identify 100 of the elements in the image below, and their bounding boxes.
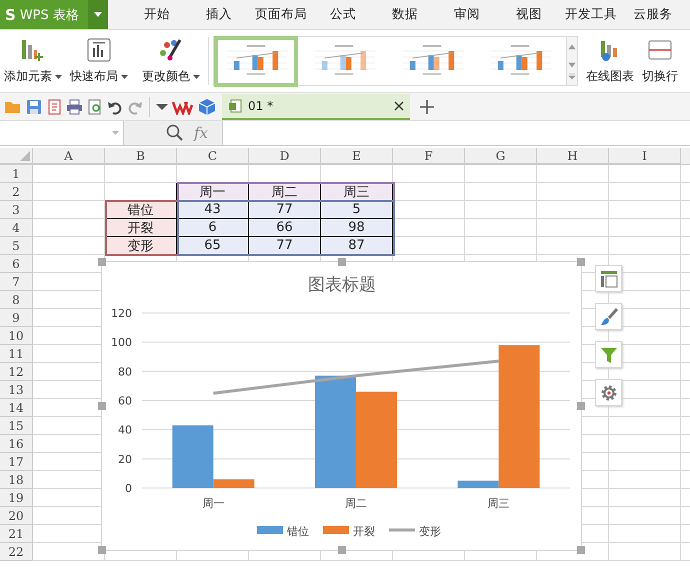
row-header[interactable]: 3 — [0, 201, 33, 219]
menu-tab[interactable]: 开发工具 — [560, 0, 622, 29]
resize-handle[interactable] — [577, 546, 585, 554]
row-header[interactable]: 1 — [0, 165, 33, 183]
wps-logo-icon[interactable] — [172, 98, 194, 114]
print-icon[interactable] — [66, 98, 83, 114]
row-header[interactable]: 14 — [0, 399, 33, 417]
new-tab-icon[interactable] — [420, 100, 434, 114]
chart-settings-button[interactable] — [595, 379, 622, 406]
legend-label: 开裂 — [353, 525, 375, 538]
color-icon — [158, 37, 184, 63]
caret-icon — [94, 12, 102, 17]
row-header[interactable]: 18 — [0, 471, 33, 489]
column-header[interactable]: I — [609, 148, 681, 164]
menu-tab[interactable]: 云服务 — [622, 0, 684, 29]
table-cell: 77 — [249, 201, 321, 219]
category-label: 周一 — [202, 497, 224, 510]
ribbon-button[interactable]: 在线图表 — [582, 35, 638, 87]
row-header[interactable]: 11 — [0, 345, 33, 363]
menu-tab[interactable]: 数据 — [374, 0, 436, 29]
print-preview-icon[interactable] — [87, 98, 103, 114]
menu-tab[interactable]: 页面布局 — [250, 0, 312, 29]
row-header[interactable]: 10 — [0, 327, 33, 345]
spreadsheet-icon — [228, 98, 242, 112]
column-header[interactable]: D — [249, 148, 321, 164]
axis-tick-label: 0 — [125, 482, 132, 495]
resize-handle[interactable] — [98, 402, 106, 410]
table-cell: 66 — [249, 219, 321, 237]
ribbon-button[interactable]: 切换行 — [638, 35, 682, 87]
row-header[interactable]: 6 — [0, 255, 33, 273]
row-header[interactable]: 22 — [0, 543, 33, 561]
resize-handle[interactable] — [98, 546, 106, 554]
menu-tab[interactable]: 公式 — [312, 0, 374, 29]
chart-style-thumbnail[interactable] — [214, 36, 298, 86]
select-all-icon[interactable] — [20, 151, 30, 161]
chart-style-button[interactable] — [595, 303, 622, 330]
ribbon-button[interactable]: 快速布局 — [66, 35, 132, 87]
column-header[interactable]: G — [465, 148, 537, 164]
legend-swatch — [323, 526, 349, 534]
row-header[interactable]: 17 — [0, 453, 33, 471]
app-menu-dropdown[interactable] — [88, 0, 108, 29]
row-header[interactable]: 20 — [0, 507, 33, 525]
menu-tab[interactable]: 插入 — [188, 0, 250, 29]
row-header[interactable]: 8 — [0, 291, 33, 309]
row-header[interactable]: 21 — [0, 525, 33, 543]
menu-tab[interactable]: 视图 — [498, 0, 560, 29]
caret-icon — [112, 131, 119, 135]
table-cell: 开裂 — [105, 219, 177, 237]
resize-handle[interactable] — [577, 258, 585, 266]
close-icon[interactable] — [394, 100, 404, 110]
axis-tick-label: 40 — [118, 424, 132, 437]
menu-tab[interactable]: 审阅 — [436, 0, 498, 29]
axis-tick-label: 120 — [111, 307, 132, 320]
caret-icon — [121, 74, 128, 78]
chart-title: 图表标题 — [308, 275, 376, 295]
row-header[interactable]: 4 — [0, 219, 33, 237]
export-pdf-icon[interactable] — [46, 98, 62, 114]
table-cell: 变形 — [105, 237, 177, 255]
table-cell: 77 — [249, 237, 321, 255]
row-header[interactable]: 2 — [0, 183, 33, 201]
brush-icon — [600, 308, 618, 326]
axis-tick-label: 60 — [118, 394, 132, 408]
row-header[interactable]: 5 — [0, 237, 33, 255]
column-header[interactable]: F — [393, 148, 465, 164]
table-cell: 错位 — [105, 201, 177, 219]
cube-icon[interactable] — [198, 98, 216, 116]
funnel-icon — [600, 346, 618, 364]
row-header[interactable]: 19 — [0, 489, 33, 507]
ribbon-button[interactable]: 更改颜色 — [138, 35, 204, 87]
axis-tick-label: 80 — [118, 365, 132, 378]
column-header[interactable]: E — [321, 148, 393, 164]
row-header[interactable]: 9 — [0, 309, 33, 327]
row-header[interactable]: 7 — [0, 273, 33, 291]
row-header[interactable]: 12 — [0, 363, 33, 381]
resize-handle[interactable] — [338, 546, 346, 554]
resize-handle[interactable] — [577, 402, 585, 410]
row-header[interactable]: 15 — [0, 417, 33, 435]
formula-input[interactable] — [222, 121, 690, 145]
chart-area[interactable]: 图表标题 0 20 40 60 80 100 120 周一 周二 周三 错位 开裂 变形 — [101, 261, 582, 551]
add-element-icon — [20, 37, 46, 63]
column-header[interactable]: C — [177, 148, 249, 164]
chart-filter-button[interactable] — [595, 341, 622, 368]
column-header[interactable]: B — [105, 148, 177, 164]
caret-icon — [55, 74, 62, 78]
column-header[interactable]: H — [537, 148, 609, 164]
document-tab[interactable]: 01 * — [222, 94, 410, 120]
ribbon-button[interactable]: 添加元素 — [0, 35, 66, 87]
settings-icon — [600, 384, 618, 402]
save-icon[interactable] — [26, 98, 42, 114]
menu-tab[interactable]: 开始 — [126, 0, 188, 29]
dropdown-icon[interactable] — [156, 102, 168, 110]
row-header[interactable]: 13 — [0, 381, 33, 399]
row-header[interactable]: 16 — [0, 435, 33, 453]
resize-handle[interactable] — [338, 258, 346, 266]
column-header[interactable]: A — [33, 148, 105, 164]
zoom-icon[interactable] — [166, 124, 184, 142]
resize-handle[interactable] — [98, 258, 106, 266]
caret-icon — [193, 74, 200, 78]
chart-elements-button[interactable] — [595, 265, 622, 292]
document-title: 01 * — [248, 98, 274, 112]
